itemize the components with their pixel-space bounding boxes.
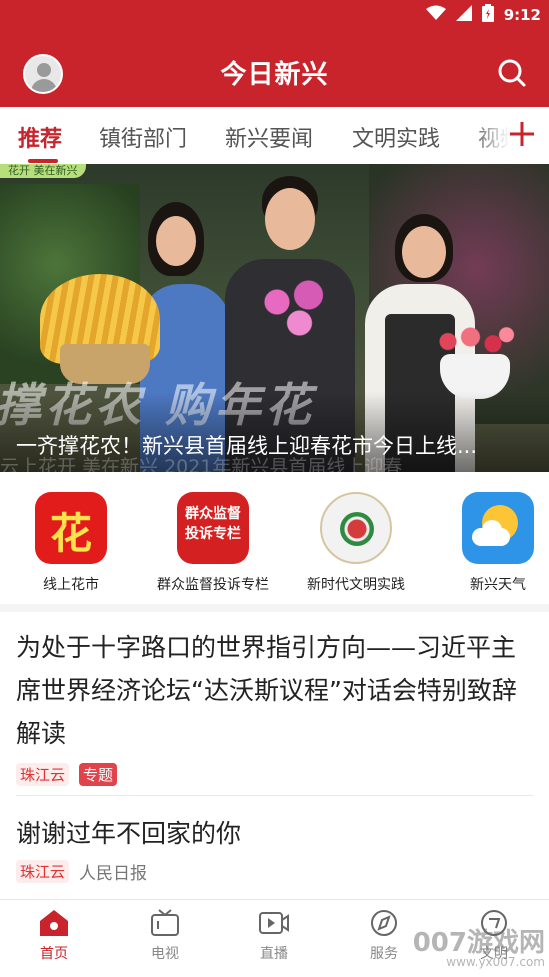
shortcut-flower-market[interactable]: 花 线上花市	[6, 492, 136, 594]
tab-fade	[470, 107, 510, 164]
emblem-center	[340, 512, 374, 546]
complaint-icon-line1: 群众监督	[185, 506, 241, 522]
list-divider	[16, 795, 533, 796]
compass-icon	[371, 910, 397, 936]
nav-live[interactable]: 直播	[229, 908, 319, 963]
tv-icon	[151, 909, 179, 936]
site-watermark: 007游戏网 www.yx007.com	[413, 922, 545, 969]
watermark-text: 007游戏网	[412, 928, 545, 958]
page-title: 今日新兴	[220, 60, 329, 90]
orchid-pot	[250, 274, 340, 344]
nav-home[interactable]: 首页	[9, 908, 99, 963]
shortcut-row: 花 线上花市 群众监督 投诉专栏 群众监督投诉专栏 新时代文明实践 新兴天气	[0, 472, 549, 610]
search-icon	[498, 59, 526, 87]
civilization-emblem-icon	[320, 492, 392, 564]
weather-icon	[462, 492, 534, 564]
shortcut-weather[interactable]: 新兴天气	[433, 492, 549, 594]
shortcut-complaint[interactable]: 群众监督 投诉专栏 群众监督投诉专栏	[148, 492, 278, 594]
app-header: 今日新兴	[0, 34, 549, 107]
tab-civilization[interactable]: 文明实践	[352, 121, 440, 153]
status-time: 9:12	[503, 6, 541, 24]
flower-market-icon-text: 花	[49, 509, 92, 558]
article-meta: 珠江云 专题	[16, 763, 533, 786]
shortcut-label: 线上花市	[43, 577, 99, 593]
search-button[interactable]	[497, 58, 527, 88]
nav-label: 首页	[40, 946, 68, 962]
tab-towns[interactable]: 镇街部门	[99, 121, 187, 153]
section-separator	[0, 604, 549, 612]
plus-icon	[510, 122, 534, 146]
top-bar: 9:12 今日新兴	[0, 0, 549, 107]
person-middle-face	[265, 188, 315, 250]
status-bar: 9:12	[425, 4, 541, 26]
topic-tag: 专题	[79, 763, 118, 786]
person-right-face	[402, 226, 446, 278]
article-title: 谢谢过年不回家的你	[16, 819, 242, 848]
home-icon	[40, 910, 68, 936]
article-title: 为处于十字路口的世界指引方向——习近平主席世界经济论坛“达沃斯议程”对话会特别致…	[16, 633, 517, 748]
live-icon	[259, 912, 289, 934]
nav-tv[interactable]: 电视	[120, 908, 210, 963]
active-tab-indicator	[28, 159, 58, 163]
nav-label: 直播	[260, 946, 288, 962]
source-tag: 珠江云	[16, 763, 70, 786]
banner-carousel[interactable]: 花开 美在新兴 撑花农 购年花 云上花开 美在新兴 2021年新兴县首届线上迎春…	[0, 164, 549, 472]
battery-icon	[481, 4, 494, 26]
nav-label: 电视	[151, 946, 179, 962]
signal-icon	[455, 5, 472, 25]
banner-badge: 花开 美在新兴	[0, 164, 86, 178]
complaint-icon-line2: 投诉专栏	[185, 526, 241, 542]
person-left-face	[156, 216, 196, 266]
cloud-puff	[482, 520, 502, 540]
shortcut-label: 新时代文明实践	[307, 577, 405, 593]
source-tag: 珠江云	[16, 860, 70, 883]
article-meta: 珠江云 人民日报	[16, 859, 533, 884]
shortcut-civilization[interactable]: 新时代文明实践	[291, 492, 421, 594]
wifi-icon	[425, 5, 446, 25]
app-screen: 9:12 今日新兴 推荐 镇街部门 新兴要闻 文明实践 视频	[0, 0, 549, 977]
shortcut-label: 群众监督投诉专栏	[157, 577, 269, 593]
add-channel-button[interactable]	[507, 119, 537, 149]
complaint-icon: 群众监督 投诉专栏	[177, 492, 249, 564]
channel-tabs: 推荐 镇街部门 新兴要闻 文明实践 视频	[0, 107, 549, 164]
tab-recommend[interactable]: 推荐	[18, 121, 62, 153]
shortcut-label: 新兴天气	[470, 577, 526, 593]
tab-news[interactable]: 新兴要闻	[225, 121, 313, 153]
publisher-label: 人民日报	[79, 864, 148, 884]
list-item-article-1[interactable]: 为处于十字路口的世界指引方向——习近平主席世界经济论坛“达沃斯议程”对话会特别致…	[16, 626, 533, 786]
banner-caption[interactable]: 一齐撑花农！新兴县首届线上迎春花市今日上线...	[16, 430, 531, 460]
flower-market-icon: 花	[35, 492, 107, 564]
list-item-article-2[interactable]: 谢谢过年不回家的你 珠江云 人民日报	[16, 812, 533, 884]
